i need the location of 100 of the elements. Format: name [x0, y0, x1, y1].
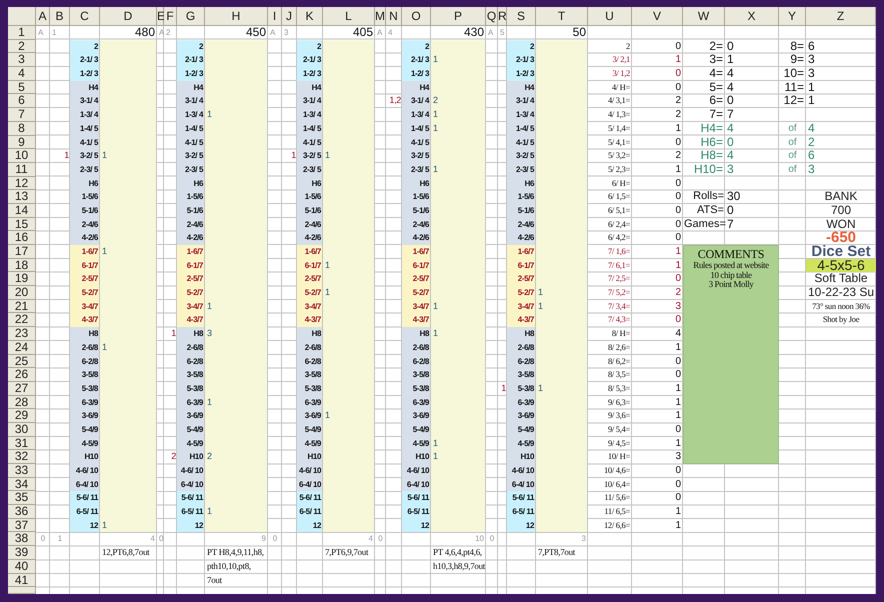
roll-count: 0 [674, 368, 682, 382]
row-header[interactable]: 37 [8, 518, 36, 532]
roll-count: 1 [674, 505, 682, 519]
roll-label: 6-3/9 [80, 396, 99, 409]
sum-label: H6= [700, 136, 724, 150]
row-header[interactable]: 20 [8, 286, 36, 300]
column-header[interactable]: O [402, 7, 431, 26]
block-marker: A [487, 27, 494, 39]
row-header[interactable]: 16 [8, 231, 36, 245]
row-header[interactable]: 17 [8, 245, 36, 259]
sum-label: 8= [789, 40, 805, 54]
row-header[interactable]: 13 [8, 190, 36, 204]
row-header[interactable]: 22 [8, 313, 36, 328]
row-header[interactable]: 11 [8, 162, 36, 177]
roll-label: 2-1/ 3 [184, 54, 204, 66]
column-header[interactable]: T [536, 7, 588, 26]
roll-label: 4-1/ 5 [410, 136, 430, 148]
row-header[interactable]: 40 [8, 560, 36, 574]
row-header[interactable]: 10 [8, 149, 36, 163]
roll-label: 6-4/ 10 [510, 478, 536, 491]
roll-label: 1-3/ 4 [78, 109, 100, 122]
row-header[interactable]: 30 [8, 422, 36, 437]
row-header[interactable]: 29 [8, 409, 36, 423]
hit-count: 1 [206, 108, 214, 122]
row-header[interactable]: 36 [8, 505, 36, 519]
row-header[interactable]: 18 [8, 258, 36, 272]
column-header[interactable]: H [205, 7, 268, 26]
column-header[interactable]: E [157, 7, 164, 26]
row-header[interactable]: 12 [8, 176, 36, 190]
row-header[interactable]: 26 [8, 368, 36, 382]
column-header[interactable]: L [323, 7, 375, 26]
column-header[interactable]: V [632, 7, 683, 26]
column-header[interactable]: F [164, 7, 177, 26]
row-header[interactable] [8, 587, 36, 594]
roll-label: 5-6/ 11 [511, 492, 536, 504]
hit-count: 3 [206, 327, 214, 340]
row-header[interactable]: 21 [8, 300, 36, 314]
column-header[interactable]: G [177, 7, 205, 26]
column-header[interactable]: M [375, 7, 386, 26]
column-header[interactable]: A [36, 7, 50, 26]
hit-count: 1 [101, 149, 108, 162]
row-header[interactable]: 23 [8, 327, 36, 341]
roll-label: 1-4/ 5 [514, 122, 536, 135]
column-header[interactable]: Q [486, 7, 498, 26]
roll-label: 4-6/ 10 [298, 465, 322, 477]
column-header[interactable]: R [498, 7, 507, 26]
row-header[interactable]: 39 [8, 546, 36, 560]
tally-count: 0 [158, 533, 164, 546]
row-header[interactable]: 14 [8, 204, 36, 218]
select-all-corner[interactable] [8, 7, 36, 26]
row-header[interactable]: 25 [8, 354, 36, 368]
roll-label: 9/ 4,5= [606, 436, 631, 450]
row-header[interactable]: 6 [8, 94, 36, 108]
row-header[interactable]: 41 [8, 574, 36, 588]
row-header[interactable]: 5 [8, 80, 36, 94]
row-header[interactable]: 9 [8, 136, 36, 150]
row-header[interactable]: 15 [8, 218, 36, 232]
row-header[interactable]: 19 [8, 272, 36, 286]
column-header[interactable]: J [282, 7, 297, 26]
row-header[interactable]: 8 [8, 122, 36, 136]
panel-text: Soft Table [813, 272, 869, 286]
roll-label: 8/ 6,2= [606, 354, 631, 368]
roll-label: 3-5/8 [412, 369, 430, 382]
roll-label: H8 [310, 328, 322, 340]
column-header[interactable]: B [50, 7, 70, 26]
column-header[interactable]: C [70, 7, 100, 26]
row-header[interactable]: 32 [8, 450, 36, 464]
roll-count: 3 [674, 450, 682, 464]
column-header[interactable]: S [507, 7, 536, 26]
row-header[interactable]: 7 [8, 108, 36, 122]
row-header[interactable]: 3 [8, 53, 36, 68]
column-header[interactable]: P [431, 7, 486, 26]
roll-label: 2-3/ 5 [410, 164, 430, 176]
column-header[interactable]: X [725, 7, 779, 26]
row-header[interactable]: 34 [8, 478, 36, 492]
column-header[interactable]: U [588, 7, 632, 26]
column-header[interactable]: W [683, 7, 725, 26]
column-header[interactable]: K [297, 7, 323, 26]
column-header[interactable]: D [100, 7, 157, 26]
row-header[interactable]: 33 [8, 464, 36, 478]
roll-label: H6 [524, 178, 536, 190]
row-header[interactable]: 24 [8, 340, 36, 354]
game-note: 12,PT6,8,7out [101, 546, 150, 560]
row-header[interactable]: 4 [8, 67, 36, 81]
column-header[interactable]: N [386, 7, 402, 26]
hit-count: 1 [432, 327, 440, 340]
column-header[interactable]: I [268, 7, 282, 26]
row-header[interactable]: 31 [8, 436, 36, 450]
row-header[interactable]: 35 [8, 491, 36, 506]
row-header[interactable]: 28 [8, 396, 36, 410]
column-header[interactable]: Y [779, 7, 806, 26]
roll-label: H6 [310, 178, 322, 190]
sum-label: 10= [782, 67, 805, 81]
roll-label: 11/ 5,6= [603, 491, 631, 504]
row-header[interactable]: 1 [8, 26, 36, 40]
row-header[interactable]: 38 [8, 532, 36, 546]
column-header[interactable]: Z [806, 7, 876, 26]
miss-count: 1 [500, 382, 507, 395]
row-header[interactable]: 27 [8, 382, 36, 396]
row-header[interactable]: 2 [8, 40, 36, 54]
